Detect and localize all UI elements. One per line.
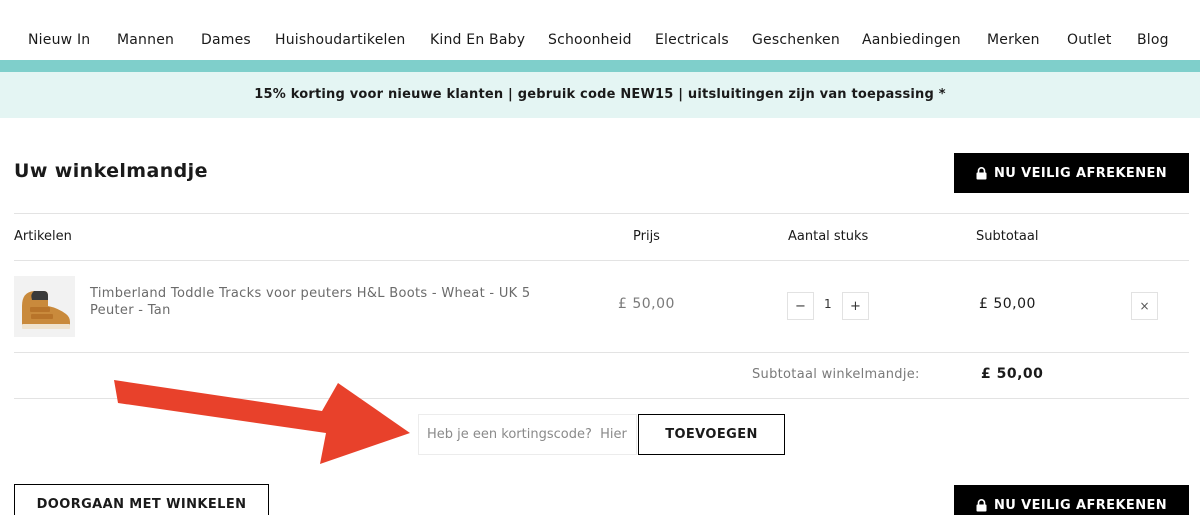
checkout-button-top[interactable]: NU VEILIG AFREKENEN [954,153,1189,193]
nav-item-blog[interactable]: Blog [1137,32,1169,48]
coupon-code-input[interactable] [418,414,637,455]
cart-subtotal-value: £ 50,00 [981,366,1044,382]
nav-item-nieuw-in[interactable]: Nieuw In [28,32,90,48]
nav-item-huishoudartikelen[interactable]: Huishoudartikelen [275,32,406,48]
nav-item-electricals[interactable]: Electricals [655,32,729,48]
nav-item-outlet[interactable]: Outlet [1067,32,1112,48]
divider [14,213,1189,214]
product-name-link[interactable]: Timberland Toddle Tracks voor peuters H&… [90,285,560,319]
coupon-apply-button[interactable]: TOEVOEGEN [638,414,785,455]
checkout-button-bottom[interactable]: NU VEILIG AFREKENEN [954,485,1189,515]
qty-increase-button[interactable]: + [842,292,869,320]
nav-item-geschenken[interactable]: Geschenken [752,32,840,48]
remove-item-button[interactable]: × [1131,292,1158,320]
divider [14,260,1189,261]
product-thumbnail[interactable] [14,276,75,337]
promo-banner[interactable]: 15% korting voor nieuwe klanten | gebrui… [0,72,1200,118]
arrow-annotation [114,380,410,464]
qty-value[interactable]: 1 [824,297,832,311]
qty-decrease-button[interactable]: − [787,292,814,320]
page-title: Uw winkelmandje [14,160,208,182]
nav-item-aanbiedingen[interactable]: Aanbiedingen [862,32,961,48]
lock-icon [976,498,987,512]
cart-subtotal-label: Subtotaal winkelmandje: [752,367,920,382]
product-price: £ 50,00 [618,296,675,312]
close-icon: × [1139,299,1150,313]
main-nav: Nieuw In Mannen Dames Huishoudartikelen … [0,0,1200,60]
column-header-subtotal: Subtotaal [976,229,1039,244]
continue-shopping-button[interactable]: DOORGAAN MET WINKELEN [14,484,269,515]
nav-item-kind-en-baby[interactable]: Kind En Baby [430,32,525,48]
line-subtotal: £ 50,00 [979,296,1036,312]
checkout-button-label: NU VEILIG AFREKENEN [993,497,1168,513]
nav-accent-bar [0,60,1200,72]
divider [14,398,1189,399]
nav-item-mannen[interactable]: Mannen [117,32,174,48]
lock-icon [976,166,987,180]
nav-item-dames[interactable]: Dames [201,32,251,48]
nav-item-merken[interactable]: Merken [987,32,1040,48]
checkout-button-label: NU VEILIG AFREKENEN [993,165,1168,181]
nav-item-schoonheid[interactable]: Schoonheid [548,32,632,48]
column-header-items: Artikelen [14,229,72,244]
divider [14,352,1189,353]
column-header-qty: Aantal stuks [788,229,869,244]
column-header-price: Prijs [633,229,660,244]
